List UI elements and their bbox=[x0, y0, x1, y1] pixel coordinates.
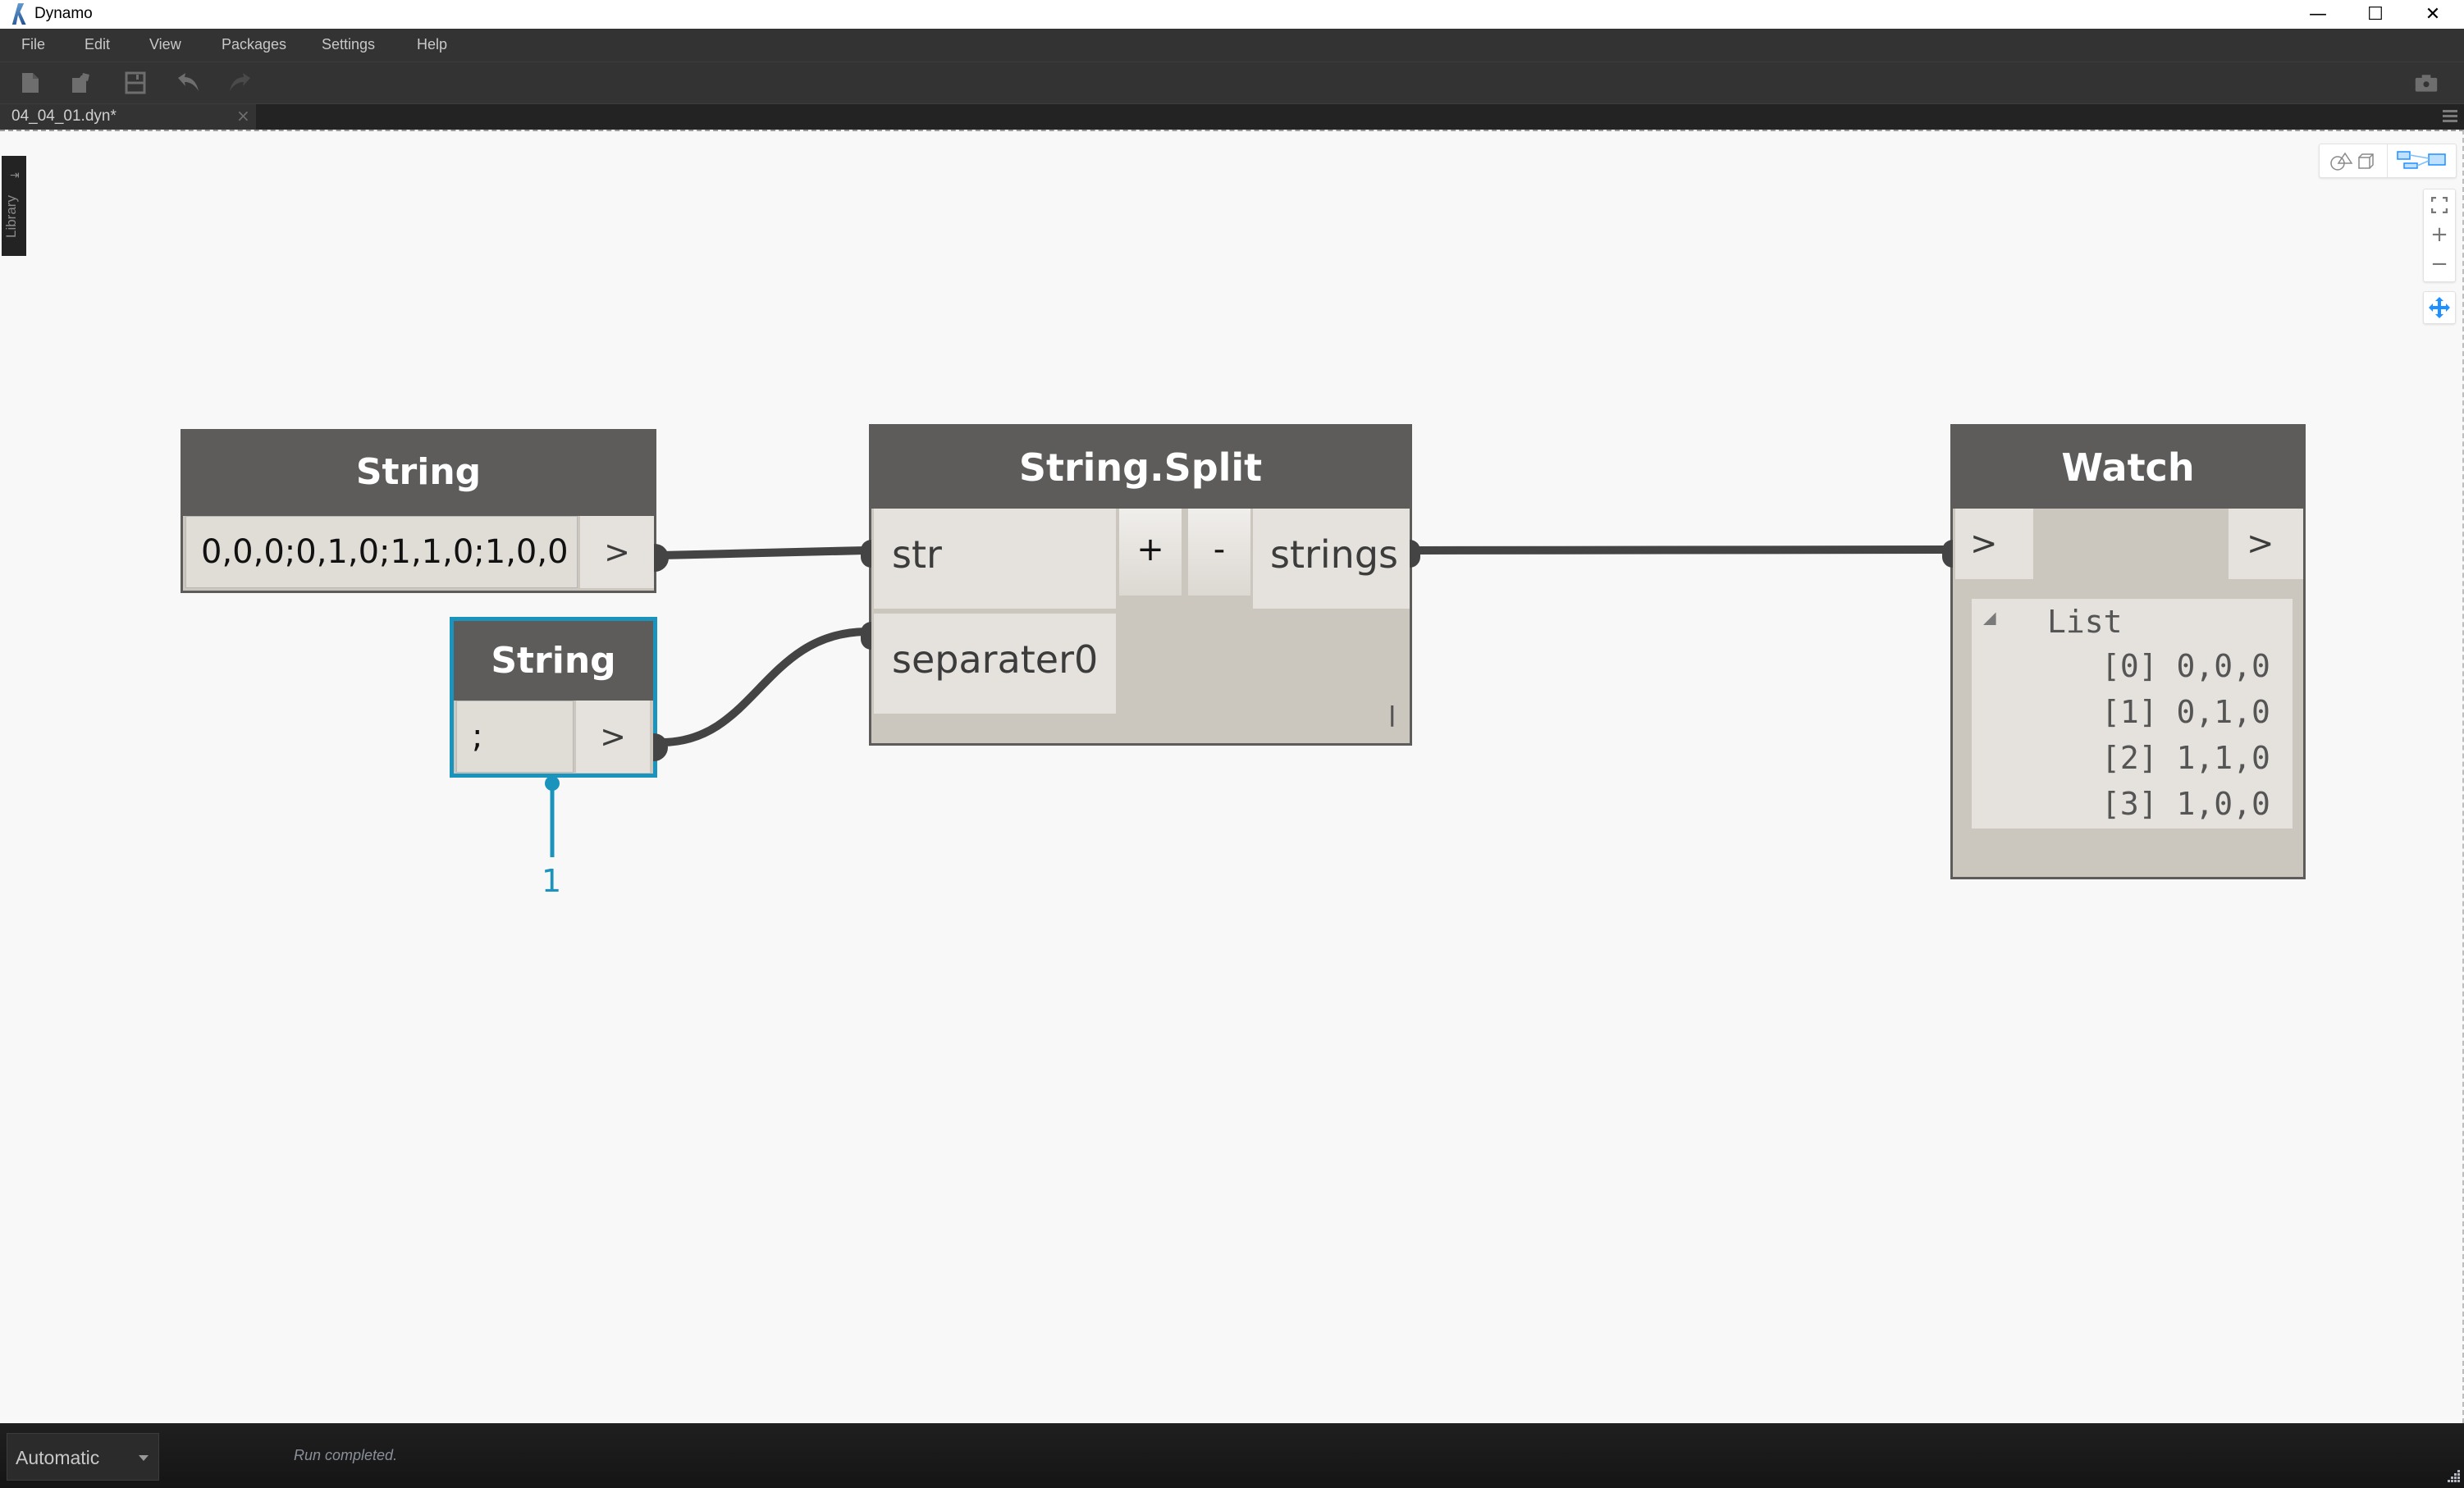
status-bar: Automatic Run completed. bbox=[0, 1423, 2464, 1488]
library-label: Library bbox=[3, 195, 19, 238]
remove-input-button[interactable]: - bbox=[1188, 509, 1250, 596]
node-title: String bbox=[454, 621, 653, 701]
dynamo-logo-icon bbox=[11, 3, 26, 25]
string-node-2[interactable]: String > bbox=[450, 617, 668, 778]
watch-output-panel[interactable]: ◢ List [0] 0,0,0 [1] 0,1,0 [2] 1,1,0 [3]… bbox=[1972, 599, 2293, 828]
output-port-strings[interactable]: strings bbox=[1253, 509, 1410, 609]
menu-packages[interactable]: Packages bbox=[222, 36, 286, 53]
app-title: Dynamo bbox=[34, 5, 93, 22]
expand-library-icon: ⇥ bbox=[10, 169, 20, 182]
input-port-separater0[interactable]: separater0 bbox=[874, 614, 1116, 714]
resize-grip-icon[interactable] bbox=[2446, 1468, 2461, 1483]
list-item: [1] 0,1,0 bbox=[2101, 694, 2270, 730]
list-header: List bbox=[2047, 604, 2123, 640]
zoom-out-button[interactable]: − bbox=[2424, 250, 2455, 278]
run-mode-dropdown[interactable]: Automatic bbox=[7, 1433, 159, 1481]
run-status-message: Run completed. bbox=[294, 1447, 398, 1463]
list-index: [2] bbox=[2101, 740, 2158, 776]
watch-node[interactable]: Watch > > ◢ List [0] 0,0,0 [1] 0,1,0 [2]… bbox=[1942, 424, 2306, 879]
undo-icon[interactable] bbox=[176, 71, 200, 95]
new-file-icon[interactable] bbox=[18, 71, 43, 95]
tab-bar: 04_04_01.dyn* × bbox=[0, 104, 2464, 130]
geometry-preview-icon bbox=[2330, 152, 2374, 171]
output-port[interactable]: > bbox=[576, 701, 650, 773]
close-button[interactable]: ✕ bbox=[2404, 0, 2462, 29]
list-item: [0] 0,0,0 bbox=[2101, 648, 2270, 684]
string-split-node[interactable]: String.Split str separater0 + - strings … bbox=[861, 424, 1420, 746]
zoom-controls: + − bbox=[2423, 189, 2456, 282]
redo-icon[interactable] bbox=[228, 71, 253, 95]
input-port-separator-connector[interactable] bbox=[861, 622, 871, 650]
menu-view[interactable]: View bbox=[149, 36, 181, 53]
lacing-indicator[interactable]: l bbox=[1388, 701, 1396, 734]
menu-file[interactable]: File bbox=[21, 36, 45, 53]
input-port-str-connector[interactable] bbox=[861, 540, 871, 568]
list-value: 1,1,0 bbox=[2176, 740, 2270, 776]
add-input-button[interactable]: + bbox=[1119, 509, 1182, 596]
list-index: [3] bbox=[2101, 786, 2158, 822]
run-mode-value: Automatic bbox=[16, 1447, 100, 1468]
tab-label: 04_04_01.dyn* bbox=[11, 107, 117, 125]
string-node-1[interactable]: String > bbox=[181, 429, 669, 593]
list-item: [3] 1,0,0 bbox=[2101, 786, 2270, 822]
node-title: String.Split bbox=[871, 427, 1410, 509]
string-value-input[interactable] bbox=[185, 516, 578, 588]
maximize-button[interactable]: ☐ bbox=[2347, 0, 2404, 29]
chevron-down-icon bbox=[139, 1455, 149, 1461]
node-title: String bbox=[183, 431, 654, 516]
list-item: [2] 1,1,0 bbox=[2101, 740, 2270, 776]
output-port[interactable]: > bbox=[580, 516, 654, 588]
string-value-input[interactable] bbox=[456, 701, 574, 773]
tab-overflow-menu-icon[interactable] bbox=[2443, 110, 2457, 123]
background-3d-preview-button[interactable] bbox=[2320, 144, 2387, 177]
zoom-in-button[interactable]: + bbox=[2424, 221, 2455, 249]
menu-help[interactable]: Help bbox=[417, 36, 447, 53]
node-title: Watch bbox=[1953, 427, 2303, 509]
pan-button[interactable] bbox=[2423, 291, 2456, 324]
list-value: 0,0,0 bbox=[2176, 648, 2270, 684]
selection-annotation-label: 1 bbox=[542, 863, 562, 899]
screenshot-camera-icon[interactable] bbox=[2414, 71, 2439, 95]
open-file-icon[interactable] bbox=[70, 71, 94, 95]
output-port[interactable]: > bbox=[2229, 509, 2303, 579]
graph-view-icon bbox=[2397, 151, 2446, 169]
collapse-list-icon[interactable]: ◢ bbox=[1983, 605, 1996, 630]
view-mode-toggle bbox=[2319, 144, 2457, 178]
library-panel-toggle[interactable]: ⇥ Library bbox=[2, 156, 26, 256]
list-value: 1,0,0 bbox=[2176, 786, 2270, 822]
zoom-fit-icon bbox=[2431, 197, 2448, 213]
list-index: [0] bbox=[2101, 648, 2158, 684]
save-icon[interactable] bbox=[123, 71, 148, 95]
menu-bar: File Edit View Packages Settings Help bbox=[0, 29, 2464, 62]
input-port[interactable]: > bbox=[1955, 509, 2033, 579]
menu-settings[interactable]: Settings bbox=[322, 36, 375, 53]
title-bar: Dynamo — ☐ ✕ bbox=[0, 0, 2464, 30]
input-port-connector[interactable] bbox=[1942, 540, 1953, 568]
toolbar bbox=[0, 62, 2464, 104]
tab-04-04-01[interactable]: 04_04_01.dyn* × bbox=[0, 104, 256, 130]
minimize-button[interactable]: — bbox=[2289, 0, 2347, 29]
graph-view-button[interactable] bbox=[2388, 144, 2455, 177]
list-index: [1] bbox=[2101, 694, 2158, 730]
list-value: 0,1,0 bbox=[2176, 694, 2270, 730]
pan-arrows-icon bbox=[2429, 297, 2450, 318]
tab-close-icon[interactable]: × bbox=[236, 106, 250, 126]
zoom-to-fit-button[interactable] bbox=[2424, 191, 2455, 219]
input-port-str[interactable]: str bbox=[874, 509, 1116, 609]
menu-edit[interactable]: Edit bbox=[85, 36, 110, 53]
